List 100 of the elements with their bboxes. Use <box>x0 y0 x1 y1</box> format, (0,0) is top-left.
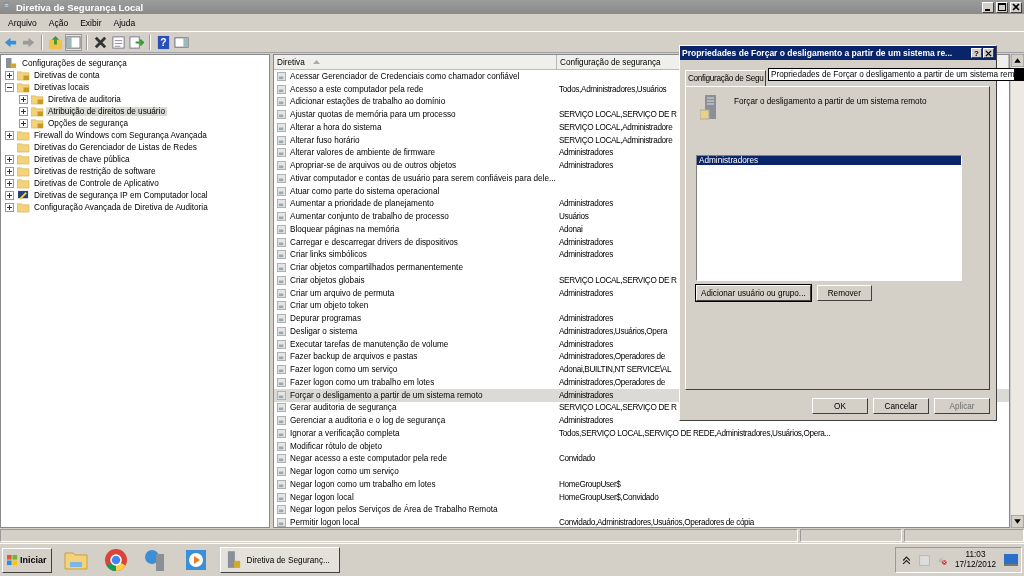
policy-name[interactable]: Apropriar-se de arquivos ou de outros objetos <box>290 161 457 171</box>
expander-icon[interactable] <box>5 190 14 200</box>
policy-name[interactable]: Acesso a este computador pela rede <box>290 84 424 94</box>
expander-icon[interactable] <box>19 94 28 104</box>
policy-name[interactable]: Aumentar a prioridade de planejamento <box>290 199 434 209</box>
column-header[interactable]: Diretiva <box>274 55 557 69</box>
expander-icon[interactable] <box>5 130 14 140</box>
policy-icon <box>277 173 286 183</box>
policy-name[interactable]: Gerar auditoria de segurança <box>290 403 397 413</box>
tree-item[interactable]: Diretivas de segurança IP em Computador local <box>32 190 210 200</box>
minimize-button[interactable] <box>982 1 994 13</box>
policy-icon <box>277 212 286 222</box>
tree-item[interactable]: Diretivas locais <box>32 82 92 92</box>
policy-name[interactable]: Alterar fuso horário <box>290 135 360 145</box>
tree-item[interactable]: Diretivas de Controle de Aplicativo <box>32 178 161 188</box>
policy-name[interactable]: Adicionar estações de trabalho ao domínio <box>290 97 446 107</box>
policy-name[interactable]: Desligar o sistema <box>290 326 358 336</box>
scroll-up-icon[interactable] <box>1011 54 1024 67</box>
tree-item[interactable]: Diretiva de auditoria <box>46 94 123 104</box>
expander-icon[interactable] <box>5 178 14 188</box>
remove-button[interactable]: Remover <box>816 285 872 301</box>
policy-name[interactable]: Forçar o desligamento a partir de um sistema remoto <box>290 390 483 400</box>
security-setting: HomeGroupUser$,Convidado <box>559 492 659 502</box>
help-button[interactable]: ? <box>971 48 982 58</box>
policy-name[interactable]: Modificar rótulo de objeto <box>290 441 382 451</box>
policy-name[interactable]: Negar logon local <box>290 492 354 502</box>
member-item[interactable]: Administradores <box>697 156 961 165</box>
expander-icon[interactable] <box>5 166 14 176</box>
policy-name[interactable]: Depurar programas <box>290 314 361 324</box>
policy-icon <box>277 505 286 515</box>
policy-name[interactable]: Criar um objeto token <box>290 301 369 311</box>
policy-name[interactable]: Negar acesso a este computador pela rede <box>290 454 448 464</box>
speaker-muted-icon[interactable] <box>938 555 947 565</box>
policy-name[interactable]: Fazer logon como um trabalho em lotes <box>290 377 435 387</box>
security-setting: Administradores <box>559 161 613 171</box>
policy-name[interactable]: Ignorar a verificação completa <box>290 428 400 438</box>
policy-name[interactable]: Alterar valores de ambiente de firmware <box>290 148 436 158</box>
dialog-tab[interactable]: Configuração de Segu <box>685 70 767 86</box>
console-tree-icon[interactable] <box>66 34 81 50</box>
start-button[interactable]: Iniciar <box>2 547 52 573</box>
security-setting: Administradores,Operadores de <box>559 352 665 362</box>
policy-name[interactable]: Negar logon pelos Serviços de Área de Trabalho Remota <box>290 505 498 515</box>
expander-icon[interactable] <box>5 154 14 164</box>
policy-name[interactable]: Criar objetos globais <box>290 275 365 285</box>
chevron-icon[interactable] <box>902 555 911 565</box>
tree-item[interactable]: Opções de segurança <box>46 118 131 128</box>
policy-name[interactable]: Ajustar quotas de memória para um processo <box>290 110 456 120</box>
policy-name[interactable]: Aumentar conjunto de trabalho de processo <box>290 212 449 222</box>
security-setting: Administradores <box>559 237 613 247</box>
tree-item[interactable]: Firewall do Windows com Segurança Avançada <box>32 130 209 140</box>
policy-name[interactable]: Acessar Gerenciador de Credenciais como chamador confiável <box>290 71 520 81</box>
menu-item[interactable]: Ação <box>42 17 75 28</box>
policy-name[interactable]: Permitir logon local <box>290 518 360 527</box>
policy-name[interactable]: Carregar e descarregar drivers de dispositivos <box>290 237 458 247</box>
cancel-button[interactable]: Cancelar <box>873 398 929 414</box>
tree-item[interactable]: Configurações de segurança <box>20 58 129 68</box>
taskbar-button[interactable]: Diretiva de Seguranç... <box>219 547 340 573</box>
policy-name[interactable]: Atuar como parte do sistema operacional <box>290 186 440 196</box>
menu-item[interactable]: Arquivo <box>2 17 43 28</box>
policy-name[interactable]: Negar logon como um serviço <box>290 467 399 477</box>
menu-item[interactable]: Ajuda <box>107 17 142 28</box>
policy-name[interactable]: Gerenciar a auditoria e o log de segurança <box>290 416 446 426</box>
policy-name[interactable]: Fazer logon como um serviço <box>290 365 398 375</box>
expander-icon[interactable] <box>19 118 28 128</box>
policy-name[interactable]: Alterar a hora do sistema <box>290 122 382 132</box>
folder-icon <box>17 129 30 141</box>
policy-name[interactable]: Criar objetos compartilhados permanentemente <box>290 263 463 273</box>
help-icon[interactable]: ? <box>156 34 171 50</box>
policy-name[interactable]: Bloquear páginas na memória <box>290 224 400 234</box>
ok-button[interactable]: OK <box>812 398 868 414</box>
policy-name[interactable]: Ativar computador e contas de usuário para serem confiáveis para dele... <box>290 173 556 183</box>
policy-name[interactable]: Negar logon como um trabalho em lotes <box>290 479 436 489</box>
panel-view-icon[interactable] <box>174 34 189 50</box>
tree-item[interactable]: Configuração Avançada de Diretiva de Auditoria <box>32 202 210 212</box>
tree-item[interactable]: Diretivas de chave pública <box>32 154 132 164</box>
maximize-button[interactable] <box>996 1 1008 13</box>
export-icon[interactable] <box>129 34 144 50</box>
expander-icon[interactable] <box>5 82 14 92</box>
browser-icon[interactable] <box>103 548 128 572</box>
policy-icon <box>277 275 286 285</box>
scroll-down-icon[interactable] <box>1011 515 1024 528</box>
policy-name[interactable]: Criar links simbólicos <box>290 250 367 260</box>
security-setting: Usuários <box>559 212 589 222</box>
expander-icon[interactable] <box>19 106 28 116</box>
menu-item[interactable]: Exibir <box>74 17 108 28</box>
policy-name[interactable]: Fazer backup de arquivos e pastas <box>290 352 418 362</box>
delete-icon[interactable] <box>93 34 108 50</box>
close-button[interactable] <box>983 48 994 58</box>
tree-item[interactable]: Atribuição de direitos de usuário <box>46 106 167 116</box>
server-lock-icon <box>5 57 18 69</box>
tree-item[interactable]: Diretivas do Gerenciador de Listas de Redes <box>32 142 199 152</box>
expander-icon[interactable] <box>5 70 14 80</box>
policy-name[interactable]: Criar um arquivo de permuta <box>290 288 395 298</box>
policy-name[interactable]: Executar tarefas de manutenção de volume <box>290 339 449 349</box>
expander-icon[interactable] <box>5 202 14 212</box>
media-player-icon[interactable] <box>183 548 208 572</box>
tree-item[interactable]: Diretivas de conta <box>32 70 102 80</box>
add-button[interactable]: Adicionar usuário ou grupo... <box>696 285 811 301</box>
close-button[interactable] <box>1010 1 1022 13</box>
tree-item[interactable]: Diretivas de restrição de software <box>32 166 158 176</box>
